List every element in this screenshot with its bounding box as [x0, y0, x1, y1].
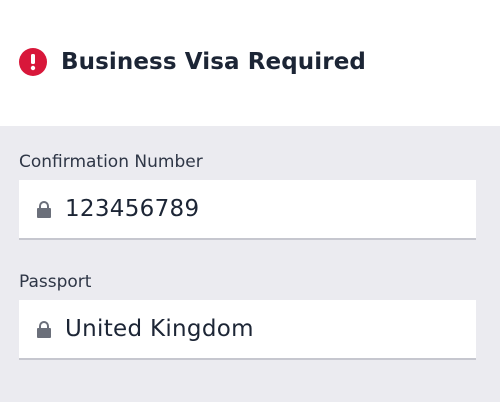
passport-field[interactable]: United Kingdom — [19, 300, 476, 360]
confirmation-number-value: 123456789 — [65, 196, 200, 222]
alert-title: Business Visa Required — [61, 49, 366, 75]
exclamation-circle-icon — [19, 48, 47, 76]
alert-header: Business Visa Required — [0, 0, 500, 126]
passport-value: United Kingdom — [65, 316, 254, 342]
passport-label: Passport — [19, 272, 92, 292]
booking-details-form: Confirmation Number 123456789 Passport U… — [0, 126, 500, 402]
visa-alert: Business Visa Required — [19, 48, 366, 76]
confirmation-number-label: Confirmation Number — [19, 152, 203, 172]
lock-icon — [36, 320, 52, 338]
lock-icon — [36, 200, 52, 218]
confirmation-number-field[interactable]: 123456789 — [19, 180, 476, 240]
